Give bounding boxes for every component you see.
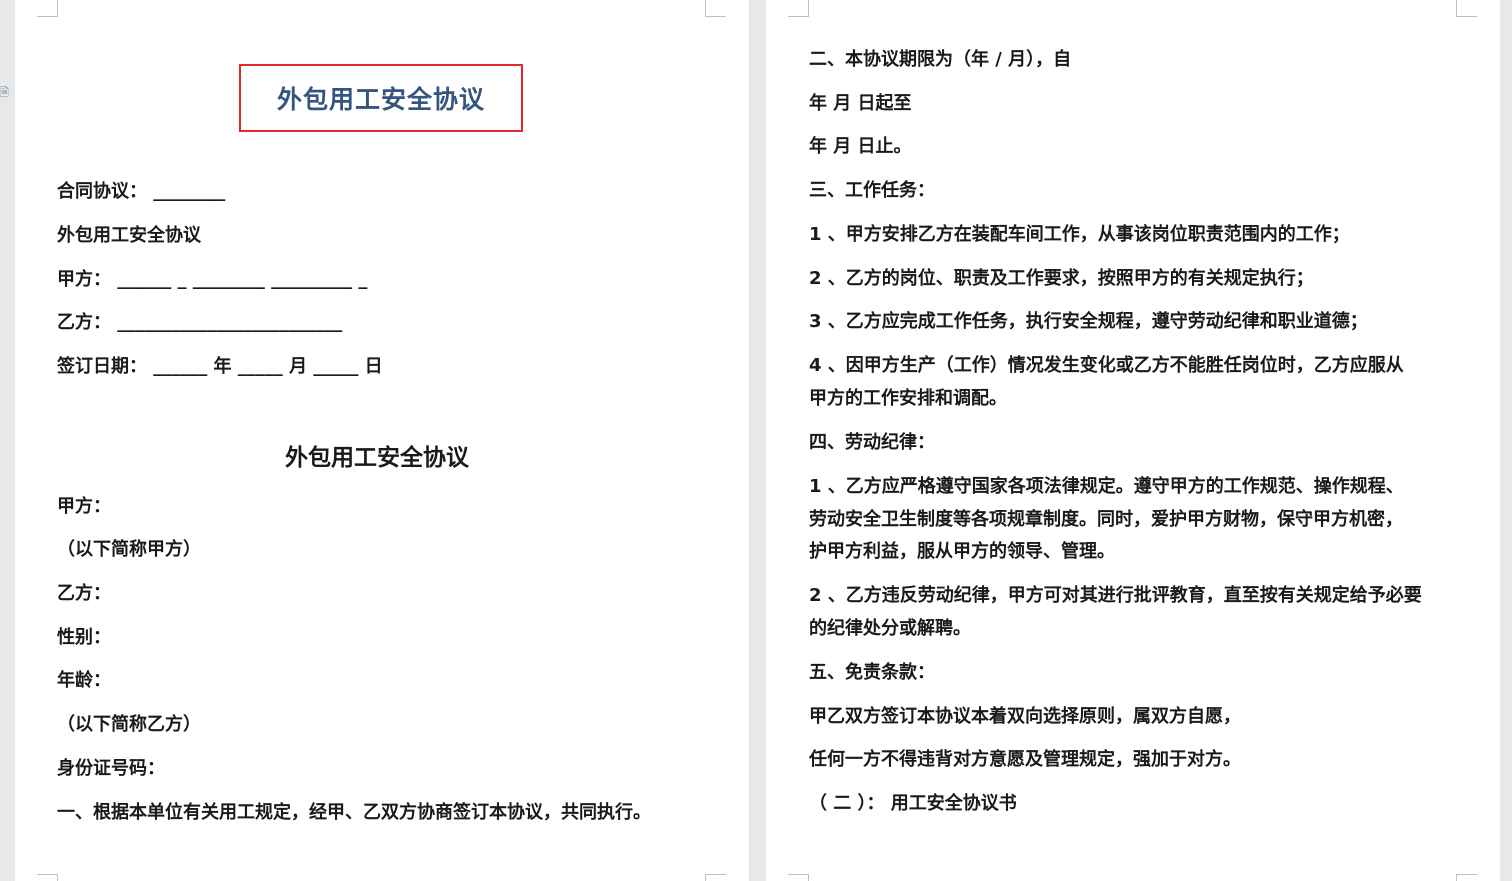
sign-date-line: 签订日期： ______ 年 _____ 月 _____ 日 [57, 356, 383, 377]
document-title: 外包用工安全协议 [276, 85, 485, 114]
discipline-line-1a: 1 、乙方应严格遵守国家各项法律规定。遵守甲方的工作规范、操作规程、 [809, 476, 1404, 497]
page-corner-mark [37, 874, 58, 881]
section-2-line: （ 二 ）： 用工安全协议书 [809, 793, 1017, 814]
page-corner-mark [705, 0, 726, 17]
discipline-line-1c: 护甲方利益，服从甲方的领导、管理。 [809, 541, 1115, 562]
page-corner-mark [1456, 0, 1477, 17]
page-corner-mark [1456, 874, 1477, 881]
id-number-line: 身份证号码： [57, 758, 165, 779]
document-title-box: 外包用工安全协议 [239, 64, 523, 132]
task-line-3: 3 、乙方应完成工作任务，执行安全规程，遵守劳动纪律和职业道德； [809, 311, 1368, 332]
discipline-heading: 四、劳动纪律： [809, 432, 935, 453]
term-line-2: 年 月 日起至 [809, 93, 912, 114]
task-line-2: 2 、乙方的岗位、职责及工作要求，按照甲方的有关规定执行； [809, 268, 1314, 289]
exempt-heading: 五、免责条款： [809, 662, 935, 683]
age-line: 年龄： [57, 670, 111, 691]
party-a-short-line: （以下简称甲方） [57, 539, 201, 560]
task-line-1: 1 、甲方安排乙方在装配车间工作，从事该岗位职责范围内的工作； [809, 224, 1350, 245]
page-corner-mark [705, 874, 726, 881]
discipline-line-1b: 劳动安全卫生制度等各项规章制度。同时，爱护甲方财物，保守甲方机密， [809, 509, 1403, 530]
page-corner-mark [37, 0, 58, 17]
party-b-short-line: （以下简称乙方） [57, 714, 201, 735]
contract-line: 合同协议： ________ [57, 181, 226, 202]
term-line-3: 年 月 日止。 [809, 136, 912, 157]
section-heading: 外包用工安全协议 [285, 445, 469, 471]
clause-1-line: 一、根据本单位有关用工规定，经甲、乙双方协商签订本协议，共同执行。 [57, 802, 651, 823]
party-b-line: 乙方： [57, 583, 111, 604]
page-corner-mark [788, 874, 809, 881]
discipline-line-2a: 2 、乙方违反劳动纪律，甲方可对其进行批评教育，直至按有关规定给予必要 [809, 585, 1422, 606]
party-b-blank-line: 乙方： _________________________ [57, 312, 343, 333]
party-a-line: 甲方： [57, 496, 111, 517]
party-a-blank-line: 甲方： ______ _ ________ _________ _ [57, 269, 368, 290]
exempt-line-2: 任何一方不得违背对方意愿及管理规定，强加于对方。 [809, 749, 1241, 770]
tasks-heading: 三、工作任务： [809, 180, 935, 201]
document-icon[interactable]: 🗎 [0, 86, 14, 100]
discipline-line-2b: 的纪律处分或解聘。 [809, 618, 971, 639]
task-line-4a: 4 、因甲方生产（工作）情况发生变化或乙方不能胜任岗位时，乙方应服从 [809, 355, 1404, 376]
term-line-1: 二、本协议期限为（年 / 月），自 [809, 49, 1072, 70]
exempt-line-1: 甲乙双方签订本协议本着双向选择原则，属双方自愿， [809, 706, 1241, 727]
document-page-left: 外包用工安全协议 合同协议： ________ 外包用工安全协议 甲方： ___… [15, 0, 749, 881]
doc-name-line: 外包用工安全协议 [57, 225, 201, 246]
task-line-4b: 甲方的工作安排和调配。 [809, 388, 1007, 409]
page-corner-mark [788, 0, 809, 17]
gender-line: 性别： [57, 627, 111, 648]
document-page-right: 二、本协议期限为（年 / 月），自 年 月 日起至 年 月 日止。 三、工作任务… [766, 0, 1500, 881]
